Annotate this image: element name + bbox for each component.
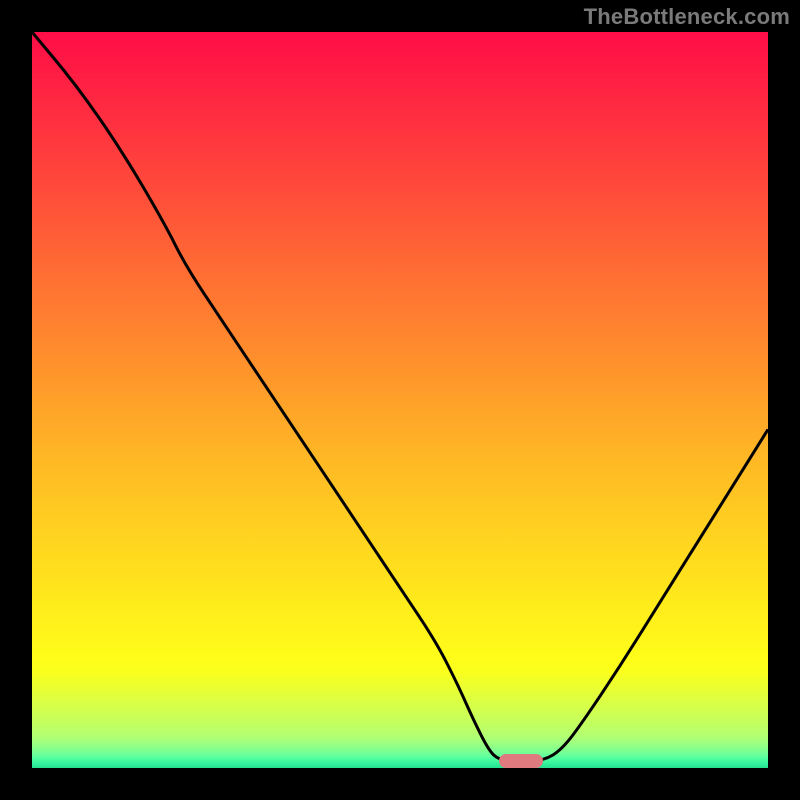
plot-frame (32, 32, 768, 768)
curve-layer (32, 32, 768, 768)
plot-area (32, 32, 768, 768)
bottleneck-curve (32, 32, 768, 761)
watermark-label: TheBottleneck.com (584, 4, 790, 30)
optimal-marker (499, 754, 543, 768)
chart-container: TheBottleneck.com (0, 0, 800, 800)
